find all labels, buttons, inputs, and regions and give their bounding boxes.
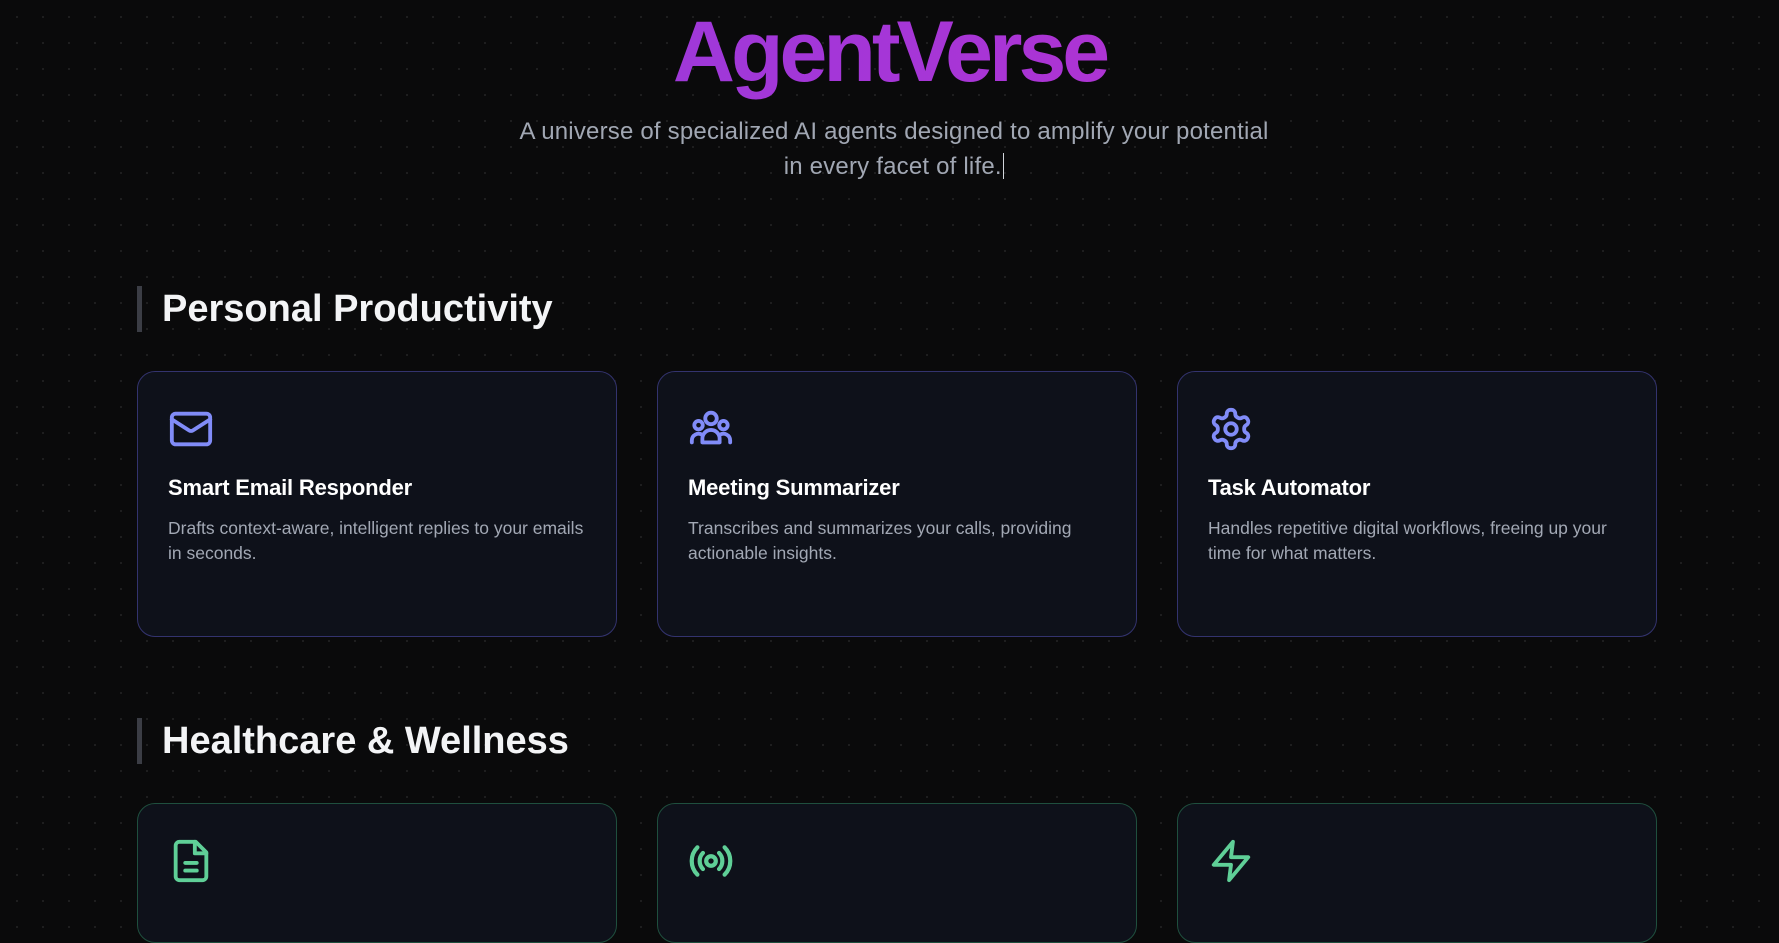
gear-icon xyxy=(1211,407,1251,451)
document-icon xyxy=(173,839,209,883)
agent-card-smart-email-responder[interactable]: Smart Email Responder Drafts context-awa… xyxy=(137,371,617,637)
card-description: Handles repetitive digital workflows, fr… xyxy=(1208,518,1607,563)
section-heading-personal-productivity: Personal Productivity xyxy=(137,286,553,332)
card-description: Drafts context-aware, intelligent replie… xyxy=(168,518,584,563)
mail-icon xyxy=(169,411,213,447)
hero-subtitle: A universe of specialized AI agents desi… xyxy=(479,114,1309,184)
text-caret xyxy=(1002,153,1005,179)
agent-card-meeting-summarizer[interactable]: Meeting Summarizer Transcribes and summa… xyxy=(657,371,1137,637)
agent-card-health-2[interactable] xyxy=(657,803,1137,943)
agent-card-task-automator[interactable]: Task Automator Handles repetitive digita… xyxy=(1177,371,1657,637)
hero-subtitle-line-1: A universe of specialized AI agents desi… xyxy=(519,118,1269,145)
section-heading-healthcare-wellness: Healthcare & Wellness xyxy=(137,718,569,764)
agent-card-health-1[interactable] xyxy=(137,803,617,943)
agent-card-health-3[interactable] xyxy=(1177,803,1657,943)
broadcast-icon xyxy=(689,845,733,877)
users-icon xyxy=(689,410,733,445)
card-title: Meeting Summarizer xyxy=(688,475,900,500)
lightning-icon xyxy=(1211,839,1251,883)
page-title: AgentVerse xyxy=(0,0,1779,104)
card-title: Smart Email Responder xyxy=(168,475,412,500)
card-description: Transcribes and summarizes your calls, p… xyxy=(688,518,1072,563)
hero-subtitle-line-2: in every facet of life. xyxy=(783,153,1002,180)
card-title: Task Automator xyxy=(1208,475,1371,500)
